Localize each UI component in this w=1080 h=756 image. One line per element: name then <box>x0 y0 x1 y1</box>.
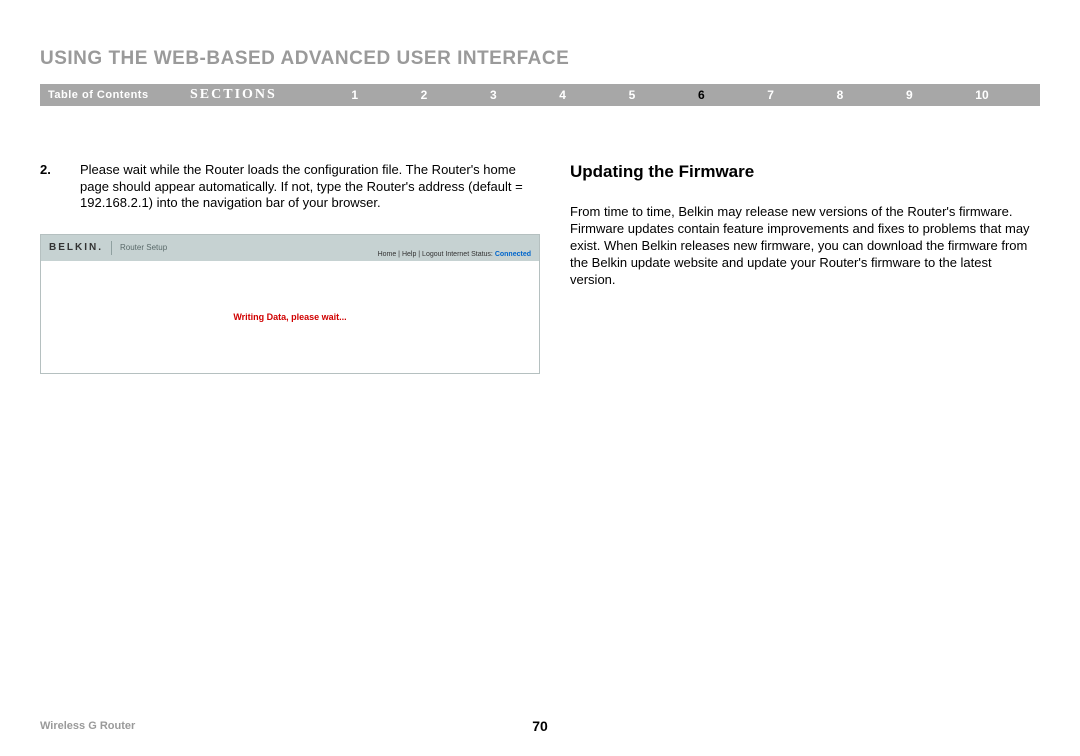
internet-status-value: Connected <box>495 251 531 258</box>
screenshot-body: Writing Data, please wait... <box>41 261 539 373</box>
left-column: 2. Please wait while the Router loads th… <box>40 162 540 374</box>
screenshot-header: BELKIN. Router Setup Home | Help | Logou… <box>41 235 539 261</box>
section-link-2[interactable]: 2 <box>421 88 428 102</box>
section-link-3[interactable]: 3 <box>490 88 497 102</box>
section-link-4[interactable]: 4 <box>559 88 566 102</box>
right-column: Updating the Firmware From time to time,… <box>570 162 1040 374</box>
firmware-body: From time to time, Belkin may release ne… <box>570 204 1040 288</box>
section-link-5[interactable]: 5 <box>629 88 636 102</box>
footer-product-name: Wireless G Router <box>40 720 135 732</box>
writing-data-message: Writing Data, please wait... <box>233 312 346 322</box>
sections-label: SECTIONS <box>190 87 320 103</box>
page-number: 70 <box>532 718 548 734</box>
firmware-heading: Updating the Firmware <box>570 162 1040 182</box>
screenshot-nav-links: Home | Help | Logout Internet Status: <box>378 251 493 258</box>
toc-link[interactable]: Table of Contents <box>40 89 190 101</box>
section-link-10[interactable]: 10 <box>975 88 988 102</box>
belkin-logo: BELKIN. <box>49 242 103 253</box>
step-2: 2. Please wait while the Router loads th… <box>40 162 540 212</box>
section-link-7[interactable]: 7 <box>767 88 774 102</box>
screenshot-title: Router Setup <box>120 243 167 252</box>
page-title: USING THE WEB-BASED ADVANCED USER INTERF… <box>40 48 1040 70</box>
router-screenshot: BELKIN. Router Setup Home | Help | Logou… <box>40 234 540 374</box>
section-nav-bar: Table of Contents SECTIONS 1 2 3 4 5 6 7… <box>40 84 1040 106</box>
section-link-6[interactable]: 6 <box>698 88 705 102</box>
step-text: Please wait while the Router loads the c… <box>80 162 540 212</box>
step-number: 2. <box>40 162 58 212</box>
section-numbers: 1 2 3 4 5 6 7 8 9 10 <box>320 88 1040 102</box>
section-link-9[interactable]: 9 <box>906 88 913 102</box>
screenshot-links: Home | Help | Logout Internet Status: Co… <box>378 251 531 258</box>
page-footer: Wireless G Router 70 <box>40 720 1040 732</box>
section-link-1[interactable]: 1 <box>351 88 358 102</box>
vertical-divider <box>111 241 112 255</box>
section-link-8[interactable]: 8 <box>837 88 844 102</box>
